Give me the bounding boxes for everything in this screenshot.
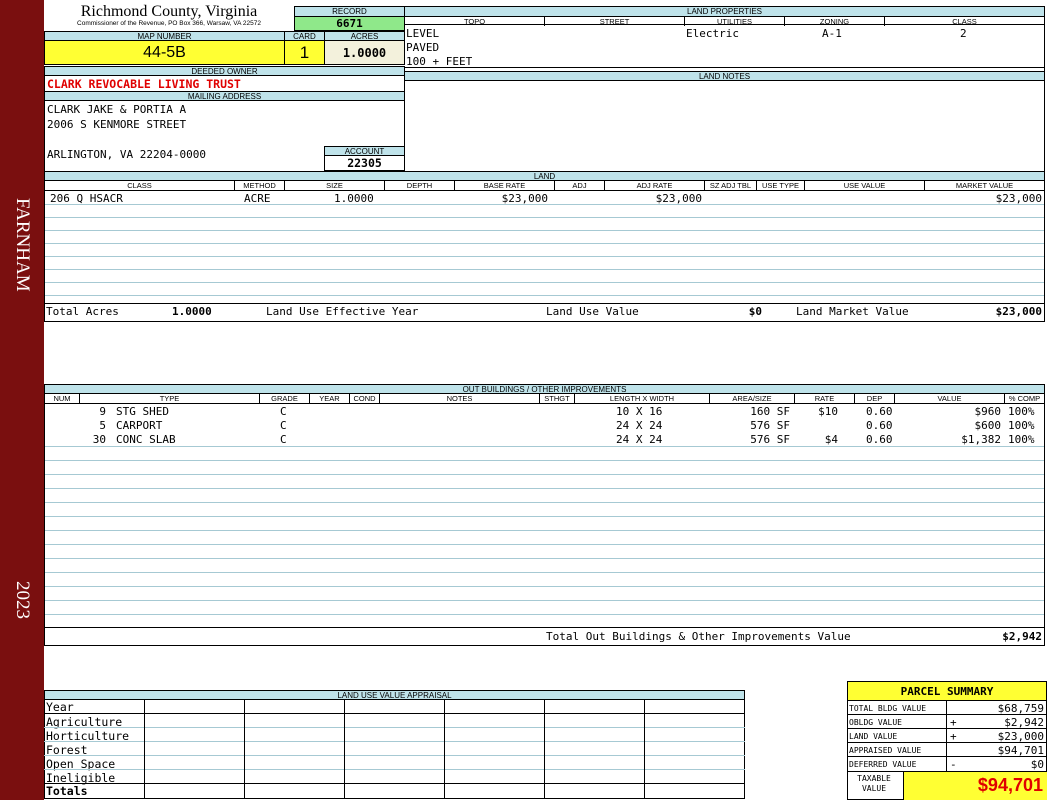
ob-area: 576 SF [750, 433, 790, 446]
land-col-adj: ADJ [555, 181, 605, 190]
ob-col-num: NUM [45, 394, 80, 403]
ob-area: 576 SF [750, 419, 790, 432]
land-col-use-type: USE TYPE [757, 181, 805, 190]
ob-col-length-width: LENGTH X WIDTH [575, 394, 710, 403]
land-col-class: CLASS [45, 181, 235, 190]
ob-col-dep: DEP [855, 394, 895, 403]
account-value: 22305 [324, 155, 405, 171]
ob-dep: 0.60 [866, 419, 893, 432]
ob-col-sthgt: STHGT [540, 394, 575, 403]
sidebar-year: 2023 [12, 581, 33, 619]
ob-col-rate: RATE [795, 394, 855, 403]
ob-lw: 10 X 16 [616, 405, 663, 418]
mailing-line-1: CLARK JAKE & PORTIA A [47, 103, 187, 116]
col-street: STREET [545, 17, 685, 26]
land-col-market-value: MARKET VALUE [955, 181, 1014, 190]
ob-value: $1,382 [961, 433, 1001, 446]
effective-year-label: Land Use Effective Year [266, 305, 419, 318]
sidebar-name: FARNHAM [12, 198, 33, 292]
parcel-summary-title: PARCEL SUMMARY [847, 681, 1047, 701]
total-acres-label: Total Acres [46, 305, 119, 318]
ob-col-year: YEAR [310, 394, 350, 403]
col-topo: TOPO [405, 17, 545, 26]
ob-num: 30 [92, 433, 106, 446]
land-col-method: METHOD [235, 181, 285, 190]
col-utilities: UTILITIES [685, 17, 785, 26]
ob-dep: 0.60 [866, 405, 893, 418]
land-use-value-label: Land Use Value [546, 305, 639, 318]
taxable-value: $94,701 [903, 772, 1047, 800]
card-value: 1 [284, 40, 325, 65]
record-value: 6671 [294, 16, 405, 31]
county-address: Commissioner of the Revenue, PO Box 366,… [77, 20, 261, 27]
outbuildings-total-label: Total Out Buildings & Other Improvements… [546, 630, 851, 643]
ob-num: 5 [99, 419, 106, 432]
land-col-depth: DEPTH [385, 181, 455, 190]
outbuildings-header: NUM TYPE GRADE YEAR COND NOTES STHGT LEN… [44, 393, 1045, 404]
topo-level: LEVEL [406, 27, 440, 40]
summary-label: DEFERRED VALUE [849, 760, 917, 769]
ob-dep: 0.60 [866, 433, 893, 446]
county-title: Richmond County, Virginia [80, 3, 258, 20]
ob-col-grade: GRADE [260, 394, 310, 403]
col-class: CLASS [952, 17, 977, 26]
sidebar: FARNHAM 2023 [0, 0, 44, 800]
land-col-sz-adj: SZ ADJ TBL [705, 181, 757, 190]
ob-col-value: VALUE [895, 394, 1005, 403]
ob-grade: C [280, 433, 287, 446]
ob-type: STG SHED [116, 405, 169, 418]
mailing-line-3: ARLINGTON, VA 22204-0000 [47, 148, 206, 161]
ob-rate: $10 [818, 405, 838, 418]
ob-col-area: AREA/SIZE [710, 394, 795, 403]
ob-rate: $4 [824, 433, 838, 446]
deeded-owner-label: DEEDED OWNER [44, 66, 405, 76]
summary-sign: - [950, 758, 957, 771]
land-properties-header: TOPO STREET UTILITIES ZONING CLASS [404, 16, 1045, 26]
acres-value: 1.0000 [324, 40, 405, 65]
luv-row-totals: Totals [46, 784, 88, 798]
ob-col-cond: COND [350, 394, 380, 403]
utilities-value: Electric [686, 27, 739, 40]
taxable-value-label: TAXABLE VALUE [857, 774, 891, 793]
ob-comp: 100% [1008, 405, 1035, 418]
ob-comp: 100% [1008, 419, 1035, 432]
ob-num: 9 [99, 405, 106, 418]
deeded-owner-value: CLARK REVOCABLE LIVING TRUST [47, 77, 241, 91]
ob-type: CARPORT [116, 419, 163, 432]
topo-paved: PAVED [406, 41, 440, 54]
ob-value: $600 [974, 419, 1002, 432]
land-col-size: SIZE [285, 181, 385, 190]
luv-table [44, 699, 745, 799]
mailing-line-2: 2006 S KENMORE STREET [47, 118, 187, 131]
ob-grade: C [280, 419, 287, 432]
total-acres-value: 1.0000 [172, 305, 212, 318]
zoning-value: A-1 [822, 27, 842, 40]
ob-col-comp: % COMP [1008, 394, 1041, 403]
ob-area: 160 SF [750, 405, 790, 418]
ob-grade: C [280, 405, 287, 418]
outbuildings-total-value: $2,942 [1002, 630, 1042, 643]
land-use-value: $0 [748, 305, 762, 318]
summary-value: $0 [1030, 758, 1044, 771]
land-market-value: $23,000 [995, 305, 1042, 318]
class-value: 2 [960, 27, 967, 40]
col-zoning: ZONING [785, 17, 885, 26]
ob-lw: 24 X 24 [616, 419, 663, 432]
land-market-value-label: Land Market Value [796, 305, 909, 318]
land-col-base-rate: BASE RATE [455, 181, 555, 190]
ob-col-type: TYPE [80, 394, 260, 403]
map-number-value: 44-5B [44, 40, 285, 65]
mailing-address-label: MAILING ADDRESS [44, 91, 405, 101]
land-col-use-value: USE VALUE [805, 181, 925, 190]
ob-col-notes: NOTES [380, 394, 540, 403]
land-header: CLASS METHOD SIZE DEPTH BASE RATE ADJ AD… [44, 180, 1045, 191]
land-col-adj-rate: ADJ RATE [605, 181, 705, 190]
ob-comp: 100% [1008, 433, 1035, 446]
land-notes-title: LAND NOTES [404, 71, 1045, 81]
ob-lw: 24 X 24 [616, 433, 663, 446]
ob-value: $960 [974, 405, 1002, 418]
ob-type: CONC SLAB [116, 433, 176, 446]
